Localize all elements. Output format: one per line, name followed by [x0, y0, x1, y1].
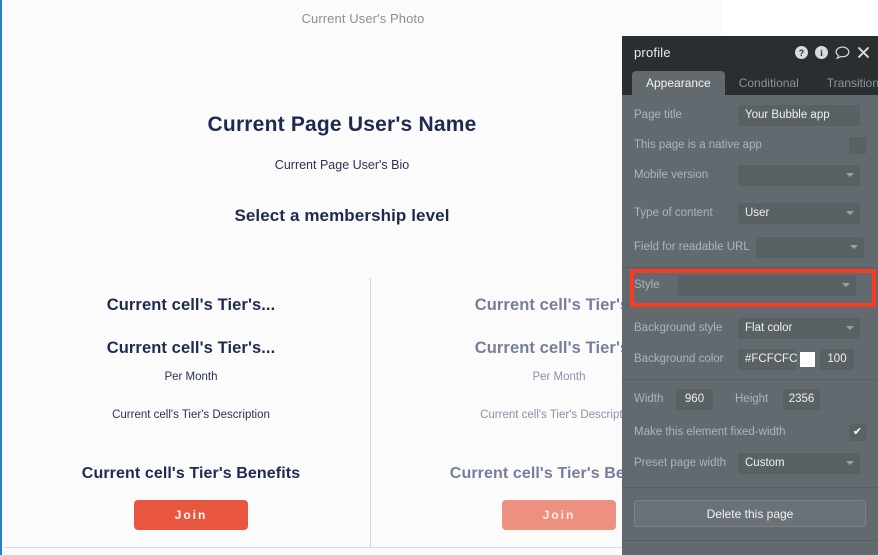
chevron-down-icon [846, 461, 854, 465]
property-editor-panel[interactable]: profile ? i Appearance Conditional Trans… [622, 36, 878, 555]
bubble-editor-screen: Current User's Photo Current Page User's… [0, 0, 878, 555]
height-input[interactable]: 2356 [783, 388, 820, 410]
row-dimensions: Width 960 Height 2356 [622, 386, 878, 412]
divider [622, 267, 878, 268]
fixed-width-label: Make this element fixed-width [634, 426, 786, 438]
native-app-label: This page is a native app [634, 139, 762, 151]
background-color-label: Background color [634, 353, 724, 365]
background-color-swatch[interactable] [800, 351, 815, 367]
width-input[interactable]: 960 [676, 388, 713, 410]
chevron-down-icon [846, 173, 854, 177]
divider [622, 305, 878, 306]
delete-this-page-button[interactable]: Delete this page [634, 500, 866, 527]
height-label: Height [735, 393, 769, 405]
row-type-of-content: Type of content User [622, 200, 878, 226]
row-fixed-width: Make this element fixed-width ✔ [622, 419, 878, 445]
background-style-select[interactable]: Flat color [738, 317, 860, 339]
mobile-version-label: Mobile version [634, 169, 709, 181]
tier-card-1[interactable]: Current cell's Tier's... Current cell's … [12, 278, 370, 530]
panel-tabs: Appearance Conditional Transitions [622, 69, 878, 95]
native-app-checkbox[interactable] [849, 136, 866, 154]
background-style-value: Flat color [745, 322, 793, 334]
preset-page-width-value: Custom [745, 457, 785, 469]
panel-header-icons: ? i [795, 46, 870, 59]
background-style-label: Background style [634, 322, 723, 334]
page-canvas[interactable]: Current User's Photo Current Page User's… [0, 0, 722, 555]
chevron-down-icon [850, 245, 858, 249]
preset-page-width-label: Preset page width [634, 457, 727, 469]
tab-appearance[interactable]: Appearance [632, 71, 725, 95]
panel-footer-divider [622, 540, 878, 541]
row-native-app: This page is a native app [622, 132, 878, 158]
type-of-content-select[interactable]: User [738, 202, 860, 224]
join-button[interactable]: Join [502, 500, 616, 530]
type-of-content-label: Type of content [634, 207, 713, 219]
current-page-user-bio[interactable]: Current Page User's Bio [2, 158, 682, 172]
chevron-down-icon [842, 283, 850, 287]
help-circle-icon[interactable]: ? [795, 46, 808, 59]
panel-body: Page title This page is a native app Mob… [622, 102, 878, 555]
tier-period: Per Month [164, 371, 218, 383]
fixed-width-checkbox[interactable]: ✔ [849, 423, 866, 441]
divider [622, 379, 878, 380]
select-membership-level-heading[interactable]: Select a membership level [2, 206, 682, 226]
background-color-opacity[interactable]: 100 [820, 348, 854, 370]
page-title-input[interactable] [738, 104, 860, 126]
tier-join-wrap: Join [12, 500, 370, 530]
readable-url-label: Field for readable URL [634, 241, 750, 253]
tier-column-divider [370, 278, 371, 548]
join-button[interactable]: Join [134, 500, 248, 530]
width-label: Width [634, 393, 664, 405]
chevron-down-icon [846, 211, 854, 215]
svg-text:?: ? [799, 48, 804, 58]
tab-conditional[interactable]: Conditional [725, 71, 813, 95]
row-page-title: Page title [622, 102, 878, 128]
tier-price[interactable]: Current cell's Tier's... [12, 339, 370, 358]
preset-page-width-select[interactable]: Custom [738, 452, 860, 474]
row-preset-page-width: Preset page width Custom [622, 450, 878, 476]
close-icon[interactable] [857, 46, 870, 59]
mobile-version-select[interactable] [738, 164, 860, 186]
current-page-user-name[interactable]: Current Page User's Name [2, 113, 682, 137]
readable-url-select[interactable] [756, 236, 864, 258]
tier-description[interactable]: Current cell's Tier's Description [12, 409, 370, 421]
delete-page-wrap: Delete this page [622, 500, 878, 527]
type-of-content-value: User [745, 207, 770, 219]
tier-benefits[interactable]: Current cell's Tier's Benefits [12, 465, 370, 483]
row-style: Style [622, 272, 878, 298]
divider [622, 487, 878, 488]
style-select[interactable] [678, 274, 856, 296]
current-user-photo-placeholder[interactable]: Current User's Photo [2, 11, 722, 26]
background-color-hex[interactable]: #FCFCFC [738, 348, 797, 370]
tier-title[interactable]: Current cell's Tier's... [12, 296, 370, 315]
page-title-label: Page title [634, 109, 682, 121]
style-label: Style [634, 279, 660, 291]
row-background-style: Background style Flat color [622, 315, 878, 341]
canvas-bottom-divider [4, 547, 722, 548]
info-circle-icon[interactable]: i [815, 46, 828, 59]
comment-icon[interactable] [835, 46, 850, 59]
row-mobile-version: Mobile version [622, 162, 878, 188]
row-readable-url: Field for readable URL [622, 234, 878, 260]
panel-header: profile ? i [622, 36, 878, 69]
row-background-color: Background color #FCFCFC 100 [622, 346, 878, 372]
chevron-down-icon [846, 326, 854, 330]
panel-title: profile [634, 45, 671, 60]
tab-transitions[interactable]: Transitions [813, 71, 878, 95]
